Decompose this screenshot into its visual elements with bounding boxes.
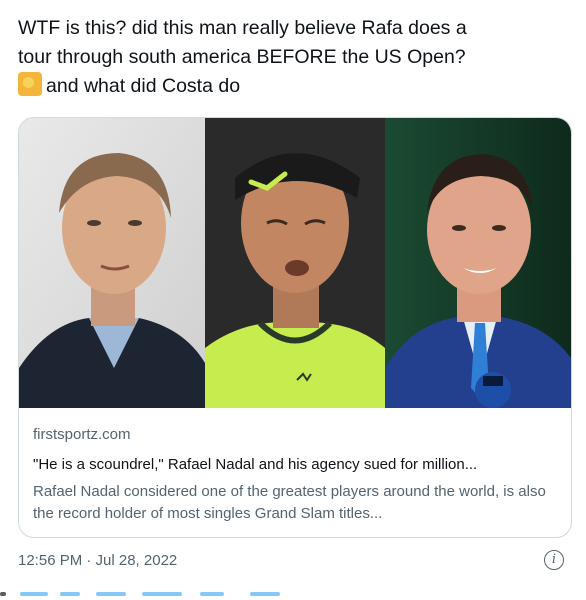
info-icon[interactable]: i	[544, 550, 564, 570]
tweet-line-1: WTF is this? did this man really believe…	[18, 17, 467, 39]
card-domain: firstsportz.com	[33, 426, 131, 443]
person-left-photo	[19, 118, 205, 408]
tweet-line-3: and what did Costa do	[18, 72, 574, 101]
tweet-line-3-text: and what did Costa do	[46, 75, 241, 97]
tweet-timestamp[interactable]: 12:56 PM · Jul 28, 2022	[18, 552, 177, 569]
link-preview-card[interactable]: firstsportz.com "He is a scoundrel," Raf…	[18, 117, 572, 538]
person-right-photo	[385, 118, 571, 408]
card-meta[interactable]: firstsportz.com "He is a scoundrel," Raf…	[33, 425, 561, 525]
card-title: "He is a scoundrel," Rafael Nadal and hi…	[33, 456, 478, 473]
tweet-line-2: tour through south america BEFORE the US…	[18, 46, 466, 68]
cropped-read-replies-bar	[0, 592, 586, 600]
card-media[interactable]	[19, 118, 571, 408]
tweet-text: WTF is this? did this man really believe…	[18, 14, 574, 101]
card-description: Rafael Nadal considered one of the great…	[33, 483, 546, 522]
face-palm-emoji-icon	[18, 72, 42, 96]
tweet-footer: 12:56 PM · Jul 28, 2022 i	[18, 550, 570, 570]
rafael-nadal-photo	[205, 118, 385, 408]
